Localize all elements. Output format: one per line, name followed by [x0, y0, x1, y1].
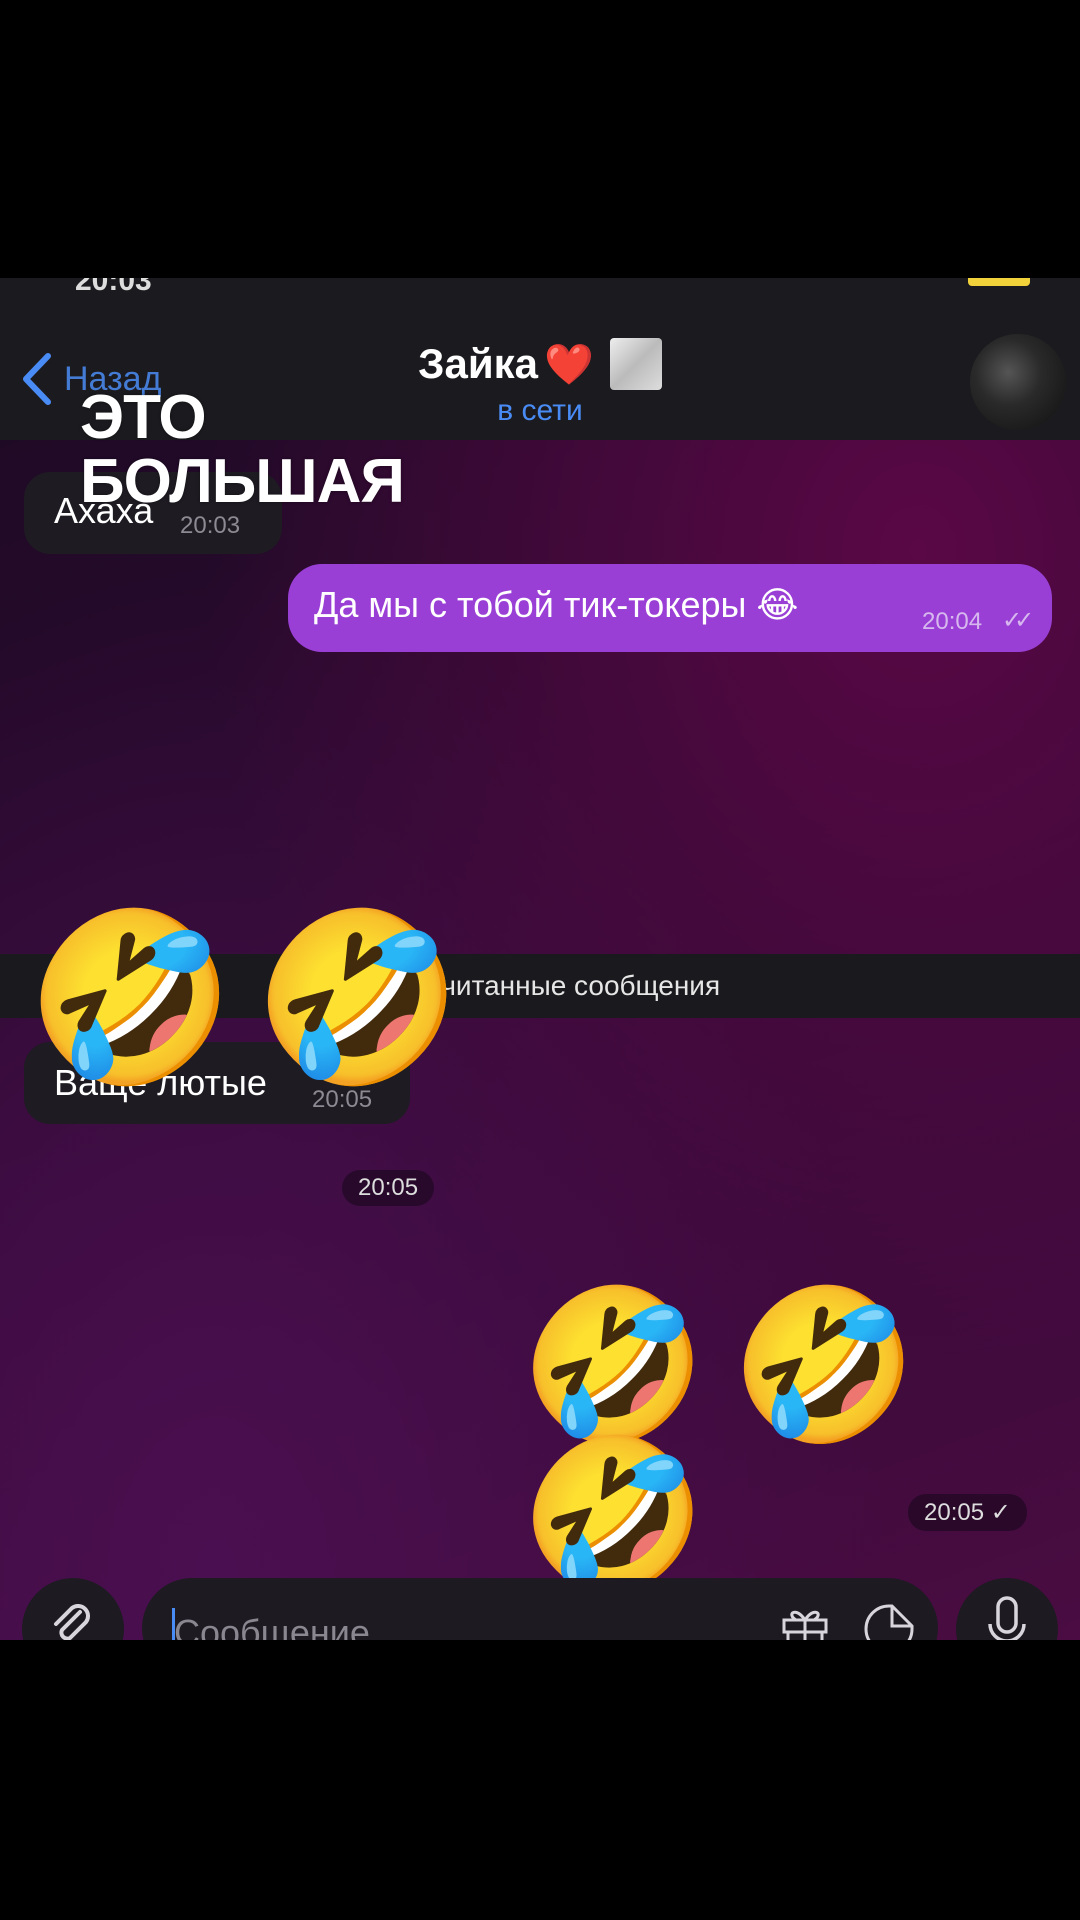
message-time-status: 20:05 ✓: [908, 1494, 1027, 1531]
message-input[interactable]: [172, 1608, 736, 1640]
message-time: 20:05: [924, 1499, 985, 1526]
read-checkmarks-icon: ✓✓: [1002, 607, 1034, 634]
emoji-message-incoming[interactable]: 🤣🤣: [26, 914, 480, 1082]
message-composer: [0, 1574, 1080, 1640]
heart-icon: ❤️: [544, 342, 594, 387]
message-field[interactable]: [142, 1578, 938, 1640]
sent-checkmark-icon: ✓: [990, 1499, 1011, 1526]
contact-name-row: Зайка ❤️: [418, 338, 662, 390]
contact-name: Зайка: [418, 340, 539, 387]
avatar[interactable]: [970, 334, 1066, 430]
message-time: 20:04: [922, 608, 983, 635]
chat-screen: 20:03 Назад Зайка ❤️ в сети ЭТО БОЛЬШАЯ …: [0, 278, 1080, 1640]
status-time: 20:03: [75, 278, 152, 297]
caption-line-1: ЭТО: [80, 383, 207, 452]
video-caption-overlay: ЭТО БОЛЬШАЯ: [80, 383, 405, 516]
battery-icon: [968, 278, 1030, 286]
mic-icon: [988, 1596, 1026, 1640]
gift-icon[interactable]: [778, 1602, 832, 1640]
attach-button[interactable]: [22, 1578, 124, 1640]
emoji-message-outgoing[interactable]: 🤣🤣🤣: [520, 1290, 1080, 1590]
contact-sticker-image: [609, 338, 662, 390]
message-text: Да мы с тобой тик-токеры 😂: [314, 584, 799, 625]
caption-line-2: БОЛЬШАЯ: [80, 447, 405, 516]
attach-icon: [54, 1604, 90, 1640]
sticker-icon[interactable]: [862, 1602, 916, 1640]
message-time: 20:05: [342, 1170, 435, 1206]
message-bubble-outgoing[interactable]: Да мы с тобой тик-токеры 😂 20:04 ✓✓: [288, 564, 1052, 652]
mic-button[interactable]: [956, 1578, 1058, 1640]
message-time: 20:03: [180, 512, 241, 539]
